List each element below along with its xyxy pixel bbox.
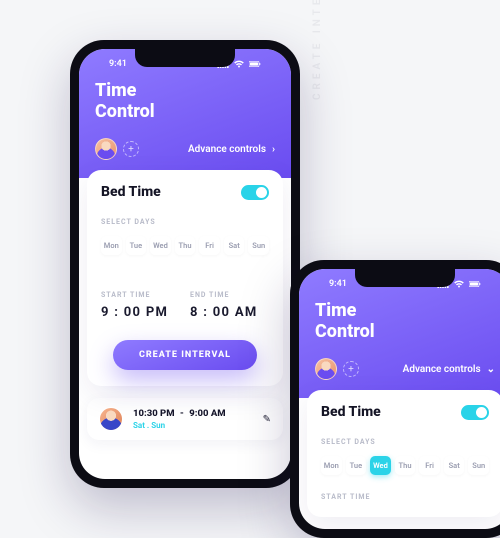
wifi-icon	[233, 60, 245, 68]
avatar[interactable]	[95, 138, 117, 160]
day-thu[interactable]: Thu	[395, 456, 416, 475]
day-sat[interactable]: Sat	[224, 236, 245, 255]
avatar-row: +	[95, 138, 139, 160]
day-sat[interactable]: Sat	[444, 456, 465, 475]
entry-time-range: 10:30 PM - 9:00 AM	[133, 408, 253, 419]
day-wed[interactable]: Wed	[370, 456, 391, 475]
add-avatar-button[interactable]: +	[123, 141, 139, 157]
day-tue[interactable]: Tue	[346, 456, 367, 475]
phone-notch	[135, 49, 235, 67]
battery-icon	[249, 60, 261, 68]
interval-card: Bed Time SELECT DAYS Mon Tue Wed Thu Fri…	[307, 390, 500, 517]
battery-icon	[469, 280, 481, 288]
enable-toggle[interactable]	[461, 405, 489, 420]
wifi-icon	[453, 280, 465, 288]
interval-card: Bed Time SELECT DAYS Mon Tue Wed Thu Fri…	[87, 170, 283, 386]
avatar	[99, 407, 123, 431]
avatar-row: +	[315, 358, 359, 380]
side-caption: CREATE INTERVAL	[312, 0, 323, 100]
enable-toggle[interactable]	[241, 185, 269, 200]
card-title: Bed Time	[101, 184, 161, 200]
app-header: 9:41 Time Control + Advance controls	[299, 269, 500, 398]
day-thu[interactable]: Thu	[175, 236, 196, 255]
page-title: Time Control	[95, 81, 275, 122]
advance-controls-link[interactable]: Advance controls ›	[188, 144, 275, 155]
start-time-label: START TIME	[101, 291, 180, 299]
edit-icon[interactable]: ✎	[263, 414, 271, 425]
day-mon[interactable]: Mon	[101, 236, 122, 255]
day-fri[interactable]: Fri	[199, 236, 220, 255]
start-time-value[interactable]: 9 : 00 PM	[101, 305, 180, 320]
page-title: Time Control	[315, 301, 495, 342]
phone-mock-primary: 9:41 Time Control + Advance controls	[70, 40, 300, 488]
phone-mock-secondary: 9:41 Time Control + Advance controls	[290, 260, 500, 538]
day-mon[interactable]: Mon	[321, 456, 342, 475]
card-title: Bed Time	[321, 404, 381, 420]
day-fri[interactable]: Fri	[419, 456, 440, 475]
create-interval-button[interactable]: CREATE INTERVAL	[113, 340, 257, 370]
chevron-right-icon: ›	[272, 144, 275, 155]
status-time: 9:41	[109, 59, 127, 69]
app-header: 9:41 Time Control + Advance controls	[79, 49, 291, 178]
day-picker: Mon Tue Wed Thu Fri Sat Sun	[321, 456, 489, 475]
day-picker: Mon Tue Wed Thu Fri Sat Sun	[101, 236, 269, 255]
status-time: 9:41	[329, 279, 347, 289]
avatar[interactable]	[315, 358, 337, 380]
end-time-value[interactable]: 8 : 00 AM	[190, 305, 269, 320]
start-time-label: START TIME	[321, 493, 489, 501]
chevron-down-icon: ⌄	[487, 364, 495, 375]
day-wed[interactable]: Wed	[150, 236, 171, 255]
add-avatar-button[interactable]: +	[343, 361, 359, 377]
select-days-label: SELECT DAYS	[321, 438, 489, 446]
end-time-label: END TIME	[190, 291, 269, 299]
phone-notch	[355, 269, 455, 287]
interval-entry[interactable]: 10:30 PM - 9:00 AM Sat . Sun ✎	[87, 398, 283, 440]
day-sun[interactable]: Sun	[248, 236, 269, 255]
day-sun[interactable]: Sun	[468, 456, 489, 475]
day-tue[interactable]: Tue	[126, 236, 147, 255]
select-days-label: SELECT DAYS	[101, 218, 269, 226]
advance-controls-link[interactable]: Advance controls ⌄	[403, 364, 495, 375]
entry-days: Sat . Sun	[133, 421, 253, 430]
